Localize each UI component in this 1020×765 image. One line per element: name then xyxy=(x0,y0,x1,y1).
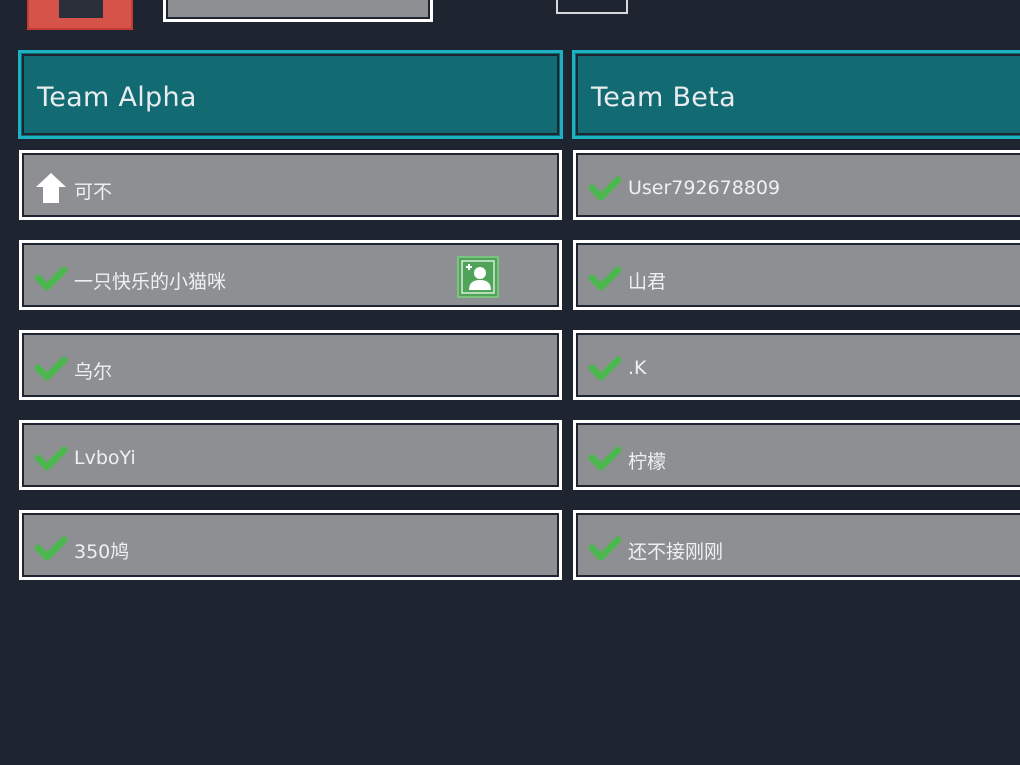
checkmark-icon xyxy=(588,176,622,201)
checkmark-icon xyxy=(588,446,622,471)
player-slot[interactable]: User792678809 xyxy=(573,150,1020,220)
exit-icon xyxy=(59,0,103,18)
player-slot[interactable]: 还不接刚刚 xyxy=(573,510,1020,580)
checkmark-icon xyxy=(34,536,68,561)
player-name: User792678809 xyxy=(628,177,781,199)
player-slot[interactable]: 山君 xyxy=(573,240,1020,310)
player-name: 还不接刚刚 xyxy=(628,541,724,563)
separator-icon xyxy=(512,0,534,2)
room-input[interactable] xyxy=(163,0,433,22)
team-title: Team Beta xyxy=(591,82,736,113)
slot-background: 山君 xyxy=(578,245,1020,305)
checkmark-icon xyxy=(588,266,622,291)
player-slot[interactable]: 乌尔 xyxy=(19,330,562,400)
player-name: 山君 xyxy=(628,271,667,293)
player-name: 柠檬 xyxy=(628,451,667,473)
player-slot[interactable]: .K xyxy=(573,330,1020,400)
player-slot[interactable]: 350鸠 xyxy=(19,510,562,580)
checkmark-icon xyxy=(34,446,68,471)
checkmark-icon xyxy=(588,536,622,561)
team-beta-column: Team Beta User792678809 山君 .K 柠檬 还不接刚刚 xyxy=(572,50,1020,580)
slot-background: User792678809 xyxy=(578,155,1020,215)
checkmark-icon xyxy=(588,356,622,381)
player-slot[interactable]: LvboYi xyxy=(19,420,562,490)
player-name: .K xyxy=(628,357,647,379)
player-slot[interactable]: 柠檬 xyxy=(573,420,1020,490)
team-title: Team Alpha xyxy=(37,82,197,113)
player-slot[interactable]: 一只快乐的小猫咪 xyxy=(19,240,562,310)
player-name: 可不 xyxy=(74,181,113,203)
slot-background: 可不 xyxy=(24,155,557,215)
slot-background: 350鸠 xyxy=(24,515,557,575)
slot-background: 乌尔 xyxy=(24,335,557,395)
player-name: 乌尔 xyxy=(74,361,113,383)
checkmark-icon xyxy=(34,356,68,381)
player-name: 350鸠 xyxy=(74,541,130,563)
checkmark-icon xyxy=(34,266,68,291)
lobby-screen: Team Alpha 可不 一只快乐的小猫咪 乌尔 LvboYi 350鸠 Te… xyxy=(0,0,1020,765)
home-icon xyxy=(36,173,66,203)
team-beta-header: Team Beta xyxy=(572,50,1020,139)
player-slot[interactable]: 可不 xyxy=(19,150,562,220)
add-user-icon xyxy=(461,260,495,294)
exit-button[interactable] xyxy=(27,0,133,30)
team-alpha-header: Team Alpha xyxy=(18,50,563,139)
player-name: LvboYi xyxy=(74,447,136,469)
slot-background: 一只快乐的小猫咪 xyxy=(24,245,557,305)
add-friend-button[interactable] xyxy=(457,256,499,298)
slot-background: 柠檬 xyxy=(578,425,1020,485)
top-toggle[interactable] xyxy=(556,0,628,14)
team-alpha-column: Team Alpha 可不 一只快乐的小猫咪 乌尔 LvboYi 350鸠 xyxy=(18,50,563,580)
slot-background: .K xyxy=(578,335,1020,395)
slot-background: LvboYi xyxy=(24,425,557,485)
slot-background: 还不接刚刚 xyxy=(578,515,1020,575)
player-name: 一只快乐的小猫咪 xyxy=(74,271,227,293)
